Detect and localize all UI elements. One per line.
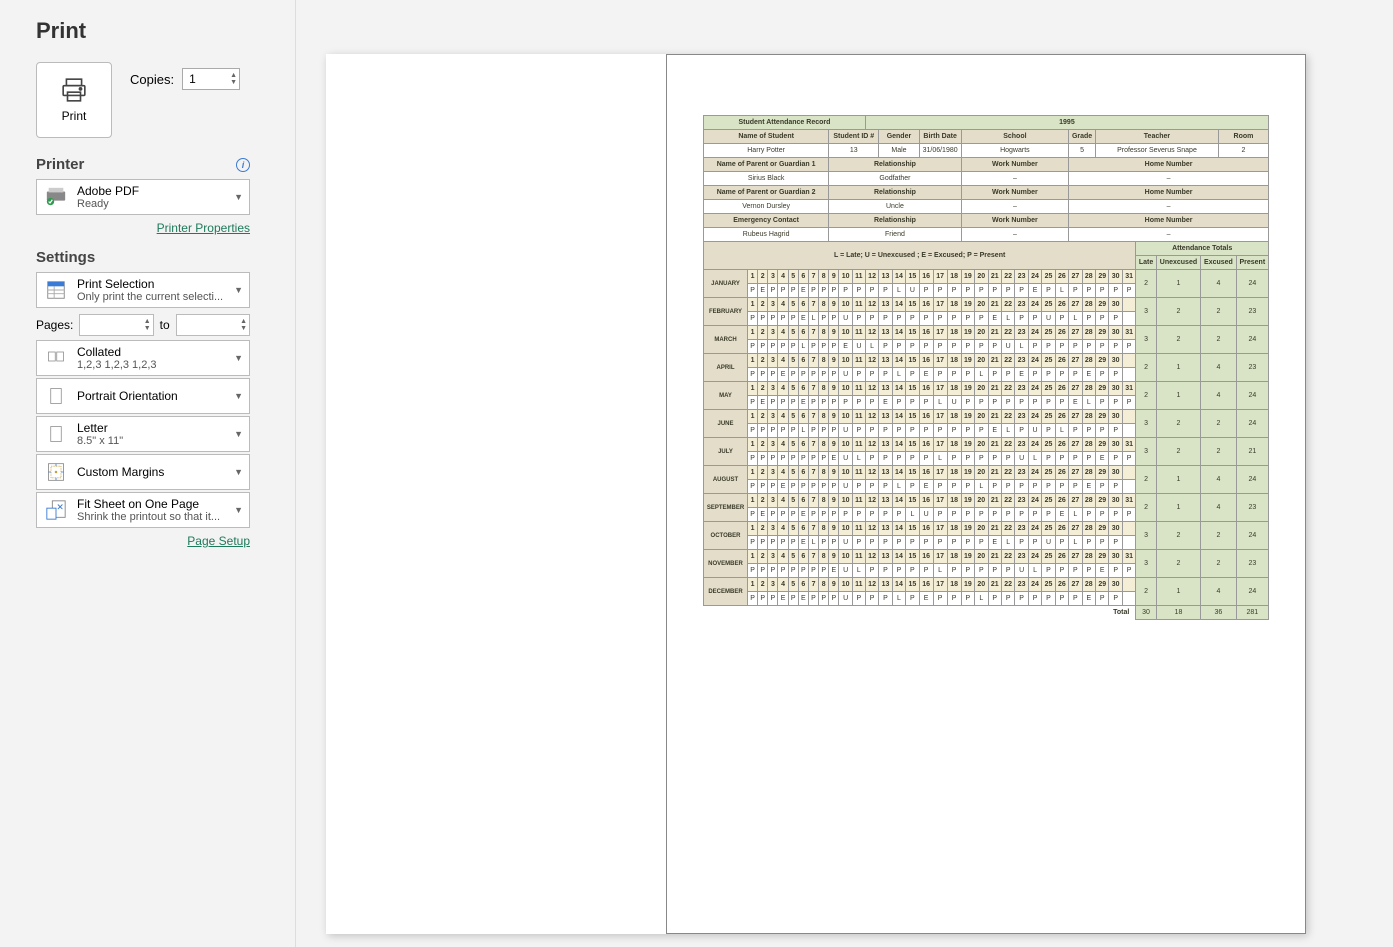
printer-name: Adobe PDF (77, 184, 243, 198)
scaling-dropdown[interactable]: Fit Sheet on One Page Shrink the printou… (36, 492, 250, 528)
orientation-text: Portrait Orientation (77, 389, 243, 403)
pages-to-label: to (160, 318, 170, 332)
copies-stepper[interactable]: 1 ▲▼ (182, 68, 240, 90)
print-preview-area: Student Attendance Record1995Name of Stu… (326, 54, 1306, 934)
chevron-down-icon: ▼ (234, 429, 243, 439)
settings-section-heading: Settings (36, 249, 95, 266)
collate-l2: 1,2,3 1,2,3 1,2,3 (77, 359, 243, 371)
orientation-dropdown[interactable]: Portrait Orientation ▼ (36, 378, 250, 414)
page-title: Print (36, 18, 295, 44)
margins-icon (43, 459, 69, 485)
attendance-document: Student Attendance Record1995Name of Stu… (703, 115, 1269, 620)
chevron-down-icon: ▼ (234, 285, 243, 295)
print-button[interactable]: Print (36, 62, 112, 138)
printer-status: Ready (77, 198, 243, 210)
printer-properties-link[interactable]: Printer Properties (157, 221, 250, 235)
chevron-down-icon: ▼ (234, 192, 243, 202)
printer-dropdown[interactable]: Adobe PDF Ready ▼ (36, 179, 250, 215)
info-icon[interactable]: i (236, 158, 250, 172)
chevron-down-icon: ▼ (234, 467, 243, 477)
scope-line1: Print Selection (77, 277, 243, 291)
copies-value: 1 (189, 72, 196, 86)
collate-l1: Collated (77, 345, 243, 359)
preview-page: Student Attendance Record1995Name of Stu… (666, 54, 1306, 934)
paper-size-dropdown[interactable]: Letter 8.5" x 11" ▼ (36, 416, 250, 452)
fit-l1: Fit Sheet on One Page (77, 497, 243, 511)
portrait-icon (43, 383, 69, 409)
chevron-down-icon: ▼ (234, 391, 243, 401)
copies-label: Copies: (130, 72, 174, 87)
margins-dropdown[interactable]: Custom Margins ▼ (36, 454, 250, 490)
printer-section-heading: Printer (36, 156, 84, 173)
paper-l1: Letter (77, 421, 243, 435)
print-backstage-panel: Print Print Copies: 1 ▲▼ Printer i Adobe… (0, 0, 296, 947)
sheet-selection-icon (43, 277, 69, 303)
print-scope-dropdown[interactable]: Print Selection Only print the current s… (36, 272, 250, 308)
fit-page-icon (43, 497, 69, 523)
pages-to-stepper[interactable]: ▲▼ (176, 314, 250, 336)
collation-dropdown[interactable]: Collated 1,2,3 1,2,3 1,2,3 ▼ (36, 340, 250, 376)
margins-text: Custom Margins (77, 465, 243, 479)
pages-from-stepper[interactable]: ▲▼ (79, 314, 153, 336)
fit-l2: Shrink the printout so that it... (77, 511, 243, 523)
page-setup-link[interactable]: Page Setup (187, 534, 250, 548)
collate-icon (43, 345, 69, 371)
printer-icon (59, 77, 89, 103)
stepper-arrows-icon: ▲▼ (230, 72, 237, 86)
paper-l2: 8.5" x 11" (77, 435, 243, 447)
scope-line2: Only print the current selecti... (77, 291, 243, 303)
print-button-label: Print (62, 109, 87, 123)
printer-device-icon (43, 184, 69, 210)
paper-icon (43, 421, 69, 447)
chevron-down-icon: ▼ (234, 353, 243, 363)
chevron-down-icon: ▼ (234, 505, 243, 515)
pages-label: Pages: (36, 318, 73, 332)
